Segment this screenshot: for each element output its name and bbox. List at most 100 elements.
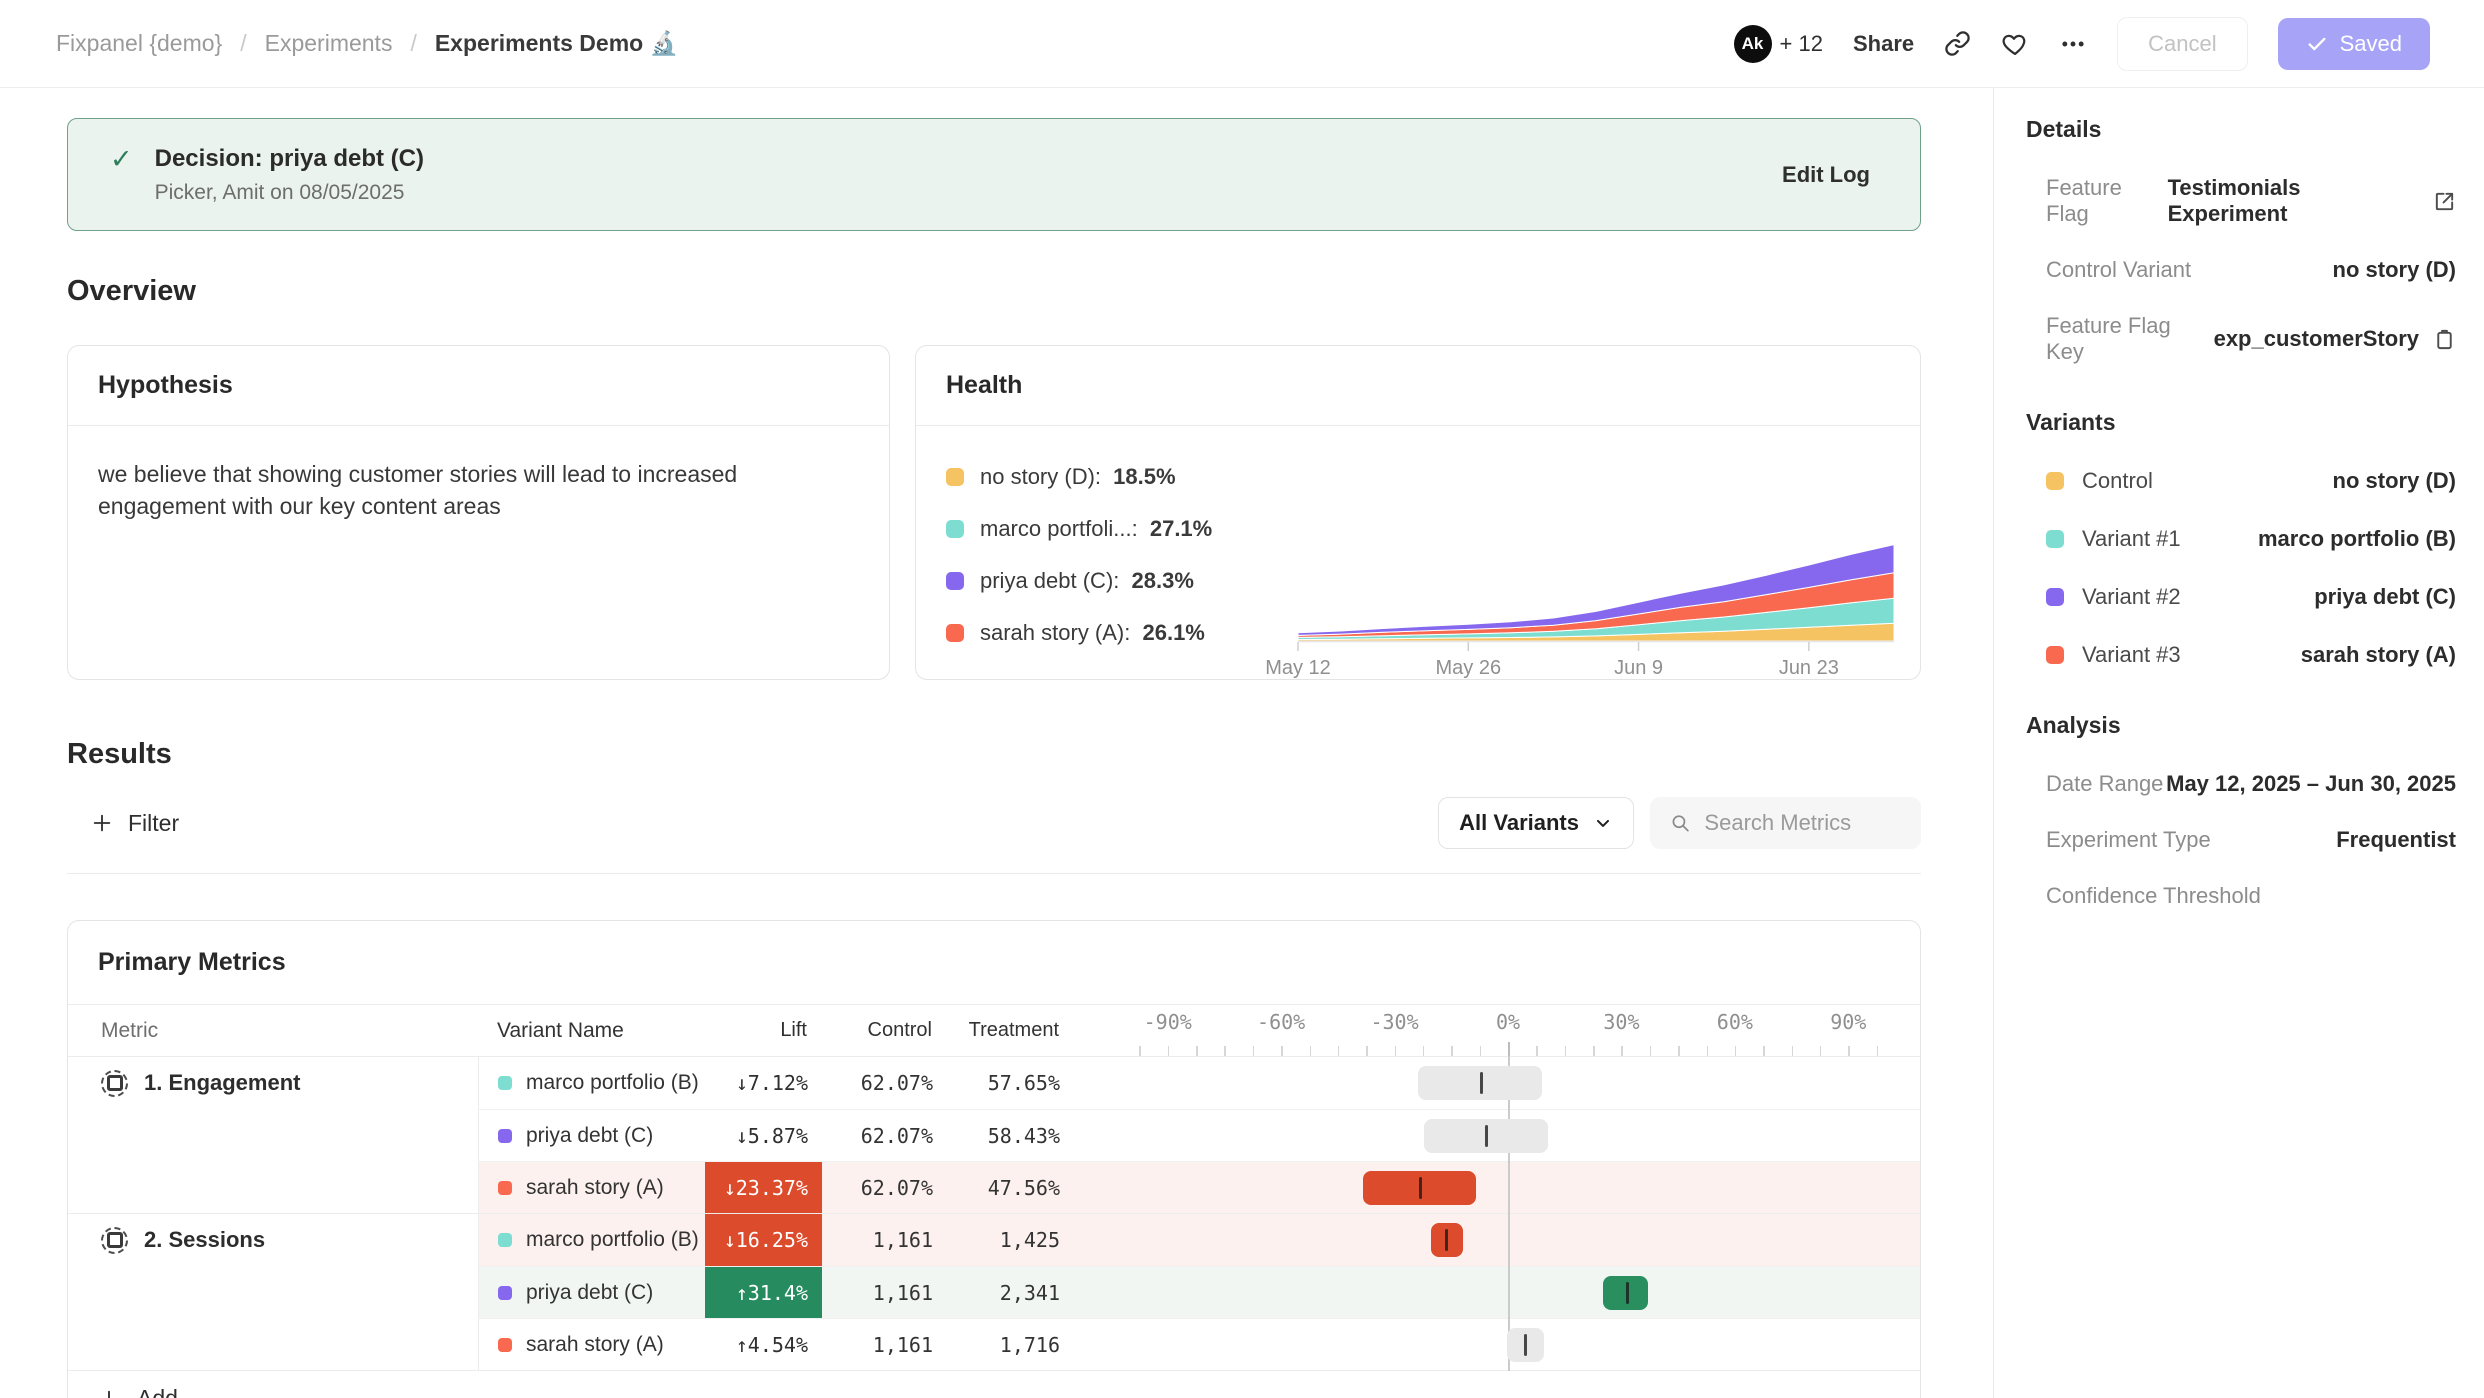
favorite-heart-icon[interactable] [2001,30,2029,58]
axis-tick-label: -90% [1144,1010,1192,1034]
sidebar-row: Confidence Threshold [2026,883,2456,909]
variant-slot-label: Variant #3 [2082,642,2181,668]
search-icon [1670,811,1690,835]
axis-tick [1281,1046,1283,1056]
lift-value: ↓23.37% [705,1162,822,1213]
results-toolbar: Filter All Variants [67,797,1921,849]
metric-cell[interactable]: 1. Engagement [68,1057,478,1109]
treatment-value: 57.65% [949,1071,1076,1095]
details-section: Details Feature FlagTestimonials Experim… [2026,116,2456,365]
sidebar-row: Experiment TypeFrequentist [2026,827,2456,853]
copy-link-icon[interactable] [1944,30,1971,57]
health-title: Health [916,346,1920,426]
axis-tick-label: -30% [1370,1010,1418,1034]
variant-swatch [2046,472,2064,490]
external-link-icon[interactable] [2433,190,2456,213]
more-options-icon[interactable] [2059,30,2087,58]
confidence-median-line [1524,1334,1527,1356]
metric-group: 1. Engagement marco portfolio (B)↓7.12%62… [68,1057,1920,1213]
variant-cell: priya debt (C) [479,1281,705,1305]
share-button[interactable]: Share [1853,31,1914,57]
ci-axis: -90%-60%-30%0%30%60%90% [1111,1005,1905,1056]
confidence-median-line [1445,1229,1448,1251]
variant-swatch [2046,588,2064,606]
variant-slot-label: Variant #1 [2082,526,2181,552]
table-row[interactable]: priya debt (C)↑31.4%1,1612,341 [479,1266,1920,1318]
details-rows: Feature FlagTestimonials Experiment Contr… [2026,175,2456,365]
sidebar-row-label: Experiment Type [2046,827,2211,853]
avatar[interactable]: Ak [1734,25,1772,63]
health-chart: May 12May 26Jun 9Jun 23 [1286,434,1906,681]
metric-target-icon [101,1227,128,1254]
sidebar-row-value: no story (D) [2333,257,2456,283]
top-bar: Fixpanel {demo} / Experiments / Experime… [0,0,2484,88]
table-row[interactable]: priya debt (C)↓5.87%62.07%58.43% [479,1109,1920,1161]
top-bar-actions: Ak + 12 Share Cancel Saved [1734,17,2430,71]
sidebar-row-label: Control Variant [2046,257,2191,283]
search-metrics-input[interactable] [1704,810,1901,836]
confidence-interval-cell [1112,1319,1905,1370]
control-value: 1,161 [822,1333,949,1357]
axis-tick [1565,1046,1567,1056]
sidebar-row-label: Date Range [2046,771,2163,797]
x-tick-label: May 26 [1435,657,1501,679]
variant-slot-label: Variant #2 [2082,584,2181,610]
metrics-table-header: Metric Variant Name Lift Control Treatme… [68,1005,1920,1057]
add-metric-button[interactable]: Add [68,1370,1920,1398]
metric-target-icon [101,1070,128,1097]
legend-label: marco portfoli...: 27.1% [980,516,1212,542]
cancel-button[interactable]: Cancel [2117,17,2247,71]
table-row[interactable]: sarah story (A)↑4.54%1,1611,716 [479,1318,1920,1370]
table-row[interactable]: marco portfolio (B)↓16.25%1,1611,425 [479,1214,1920,1266]
confidence-median-line [1626,1282,1629,1304]
variant-swatch [498,1181,512,1195]
table-row[interactable]: sarah story (A)↓23.37%62.07%47.56% [479,1161,1920,1213]
sidebar-value-text: May 12, 2025 – Jun 30, 2025 [2166,771,2456,797]
x-tick-label: May 12 [1265,657,1331,679]
results-divider [67,873,1921,874]
metric-name: 2. Sessions [144,1227,265,1253]
variant-row: Variant #1 marco portfolio (B) [2026,526,2456,552]
breadcrumb-project[interactable]: Fixpanel {demo} [56,30,222,57]
breadcrumb-current: Experiments Demo 🔬 [435,30,678,57]
add-label: Add [137,1385,178,1398]
sidebar-row: Feature FlagTestimonials Experiment [2026,175,2456,227]
variants-heading: Variants [2026,409,2456,436]
collaborators[interactable]: Ak + 12 [1734,25,1823,63]
saved-button[interactable]: Saved [2278,18,2430,70]
axis-tick [1253,1046,1255,1056]
axis-tick-label: 0% [1496,1010,1520,1034]
axis-tick-label: 90% [1830,1010,1866,1034]
sidebar-row-value[interactable]: exp_customerStory [2214,326,2456,352]
hypothesis-body: we believe that showing customer stories… [68,426,889,554]
sidebar-row: Feature Flag Keyexp_customerStory [2026,313,2456,365]
check-icon [2306,33,2328,55]
table-row[interactable]: marco portfolio (B)↓7.12%62.07%57.65% [479,1057,1920,1109]
legend-item: priya debt (C): 28.3% [946,568,1286,594]
axis-tick-label: 30% [1603,1010,1639,1034]
axis-tick [1820,1046,1822,1056]
sidebar-row-value[interactable]: Testimonials Experiment [2168,175,2456,227]
lift-value: ↓5.87% [705,1110,822,1161]
metric-name: 1. Engagement [144,1070,300,1096]
metric-cell[interactable]: 2. Sessions [68,1214,478,1266]
metric-group: 2. Sessions marco portfolio (B)↓16.25%1,1… [68,1213,1920,1370]
add-filter-button[interactable]: Filter [67,810,179,837]
variant-value: marco portfolio (B) [2258,526,2456,552]
sidebar-row-label: Feature Flag Key [2046,313,2214,365]
primary-metrics-card: Primary Metrics Metric Variant Name Lift… [67,920,1921,1398]
breadcrumb-experiments[interactable]: Experiments [265,30,393,57]
edit-log-button[interactable]: Edit Log [1782,162,1870,188]
column-header-variant: Variant Name [478,1019,704,1043]
sidebar-row-label: Confidence Threshold [2046,883,2261,909]
control-value: 62.07% [822,1176,949,1200]
variants-dropdown[interactable]: All Variants [1438,797,1634,849]
clipboard-icon[interactable] [2433,328,2456,351]
variant-swatch [498,1338,512,1352]
breadcrumb-separator: / [410,30,416,57]
plus-icon [91,812,113,834]
axis-tick-label: 60% [1717,1010,1753,1034]
sidebar-value-text: no story (D) [2333,257,2456,283]
sidebar-row: Date RangeMay 12, 2025 – Jun 30, 2025 [2026,771,2456,797]
variant-value: sarah story (A) [2301,642,2456,668]
